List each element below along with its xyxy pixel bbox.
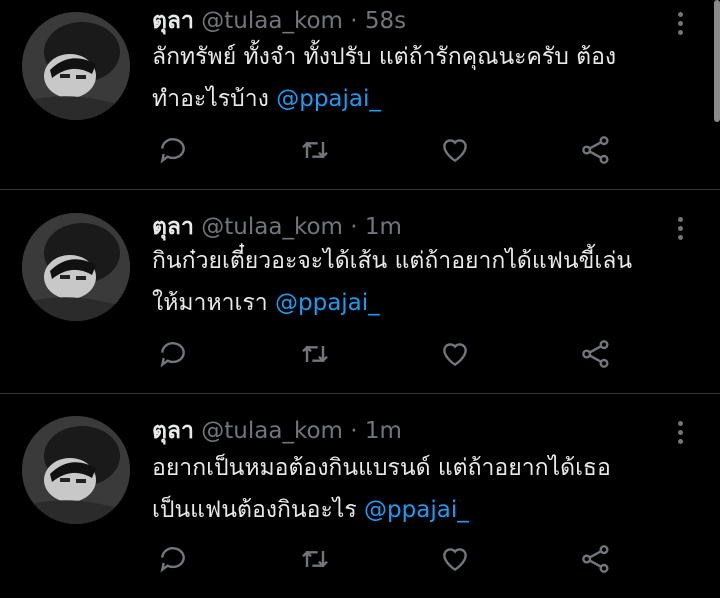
tweet-text-line: ให้มาหาเรา @ppajai_ bbox=[152, 282, 697, 324]
tweet-text-line: ลักทรัพย์ ทั้งจำ ทั้งปรับ แต่ถ้ารักคุณนะ… bbox=[152, 44, 617, 70]
tweet-text: กินก๋วยเตี๋ยวอะจะได้เส้น แต่ถ้าอยากได้แฟ… bbox=[152, 240, 697, 324]
share-icon bbox=[582, 340, 609, 368]
separator: · bbox=[350, 418, 358, 444]
timestamp[interactable]: 1m bbox=[365, 214, 402, 240]
tweet[interactable]: ตุลา @tulaa_kom · 58s ลักทรัพย์ ทั้งจำ ท… bbox=[0, 0, 720, 190]
retweet-icon bbox=[302, 141, 328, 159]
share-button[interactable] bbox=[576, 130, 616, 170]
share-button[interactable] bbox=[576, 539, 616, 579]
reply-icon bbox=[160, 342, 185, 368]
tweet-text-line: เป็นแฟนต้องกินอะไร @ppajai_ bbox=[152, 489, 697, 531]
tweet[interactable]: ตุลา @tulaa_kom · 1m อยากเป็นหมอต้องกินแ… bbox=[0, 395, 720, 598]
reply-button[interactable] bbox=[153, 130, 193, 170]
display-name[interactable]: ตุลา bbox=[152, 418, 194, 444]
retweet-icon bbox=[302, 550, 328, 568]
more-icon[interactable] bbox=[668, 417, 692, 451]
reply-icon bbox=[160, 547, 185, 573]
display-name[interactable]: ตุลา bbox=[152, 214, 194, 240]
tweet-actions bbox=[0, 539, 720, 579]
like-icon bbox=[443, 139, 467, 163]
tweet-header: ตุลา @tulaa_kom · 1m bbox=[152, 414, 402, 448]
retweet-button[interactable] bbox=[295, 539, 335, 579]
mention-link[interactable]: @ppajai_ bbox=[276, 86, 381, 112]
mention-link[interactable]: @ppajai_ bbox=[275, 290, 380, 316]
scrollbar[interactable] bbox=[714, 0, 720, 122]
tweet-actions bbox=[0, 130, 720, 170]
avatar[interactable] bbox=[22, 416, 130, 524]
retweet-button[interactable] bbox=[295, 334, 335, 374]
like-button[interactable] bbox=[435, 539, 475, 579]
timestamp[interactable]: 58s bbox=[365, 8, 406, 34]
tweet-text-part: ให้มาหาเรา bbox=[152, 290, 268, 316]
tweet-text-part: เป็นแฟนต้องกินอะไร bbox=[152, 497, 357, 523]
separator: · bbox=[350, 8, 358, 34]
share-icon bbox=[582, 545, 609, 573]
mention-link[interactable]: @ppajai_ bbox=[364, 497, 469, 523]
username[interactable]: @tulaa_kom bbox=[201, 8, 343, 34]
avatar[interactable] bbox=[22, 213, 130, 321]
tweet-text: ลักทรัพย์ ทั้งจำ ทั้งปรับ แต่ถ้ารักคุณนะ… bbox=[152, 36, 697, 120]
avatar[interactable] bbox=[22, 12, 130, 120]
share-button[interactable] bbox=[576, 334, 616, 374]
username[interactable]: @tulaa_kom bbox=[201, 214, 343, 240]
retweet-icon bbox=[302, 345, 328, 363]
tweet-text-line: ทำอะไรบ้าง @ppajai_ bbox=[152, 78, 697, 120]
reply-button[interactable] bbox=[153, 334, 193, 374]
tweet-actions bbox=[0, 334, 720, 374]
like-button[interactable] bbox=[435, 334, 475, 374]
tweet-text-line: กินก๋วยเตี๋ยวอะจะได้เส้น แต่ถ้าอยากได้แฟ… bbox=[152, 248, 633, 274]
like-icon bbox=[443, 343, 467, 367]
reply-button[interactable] bbox=[153, 539, 193, 579]
share-icon bbox=[582, 136, 609, 164]
retweet-button[interactable] bbox=[295, 130, 335, 170]
tweet-text: อยากเป็นหมอต้องกินแบรนด์ แต่ถ้าอยากได้เธ… bbox=[152, 447, 697, 531]
username[interactable]: @tulaa_kom bbox=[201, 418, 343, 444]
reply-icon bbox=[160, 138, 185, 164]
separator: · bbox=[350, 214, 358, 240]
timestamp[interactable]: 1m bbox=[365, 418, 402, 444]
tweet-text-line: อยากเป็นหมอต้องกินแบรนด์ แต่ถ้าอยากได้เธ… bbox=[152, 455, 611, 481]
display-name[interactable]: ตุลา bbox=[152, 8, 194, 34]
tweet-text-part: ทำอะไรบ้าง bbox=[152, 86, 269, 112]
tweet-header: ตุลา @tulaa_kom · 58s bbox=[152, 4, 406, 38]
tweet[interactable]: ตุลา @tulaa_kom · 1m กินก๋วยเตี๋ยวอะจะได… bbox=[0, 191, 720, 394]
tweet-header: ตุลา @tulaa_kom · 1m bbox=[152, 210, 402, 244]
like-button[interactable] bbox=[435, 130, 475, 170]
like-icon bbox=[443, 548, 467, 572]
